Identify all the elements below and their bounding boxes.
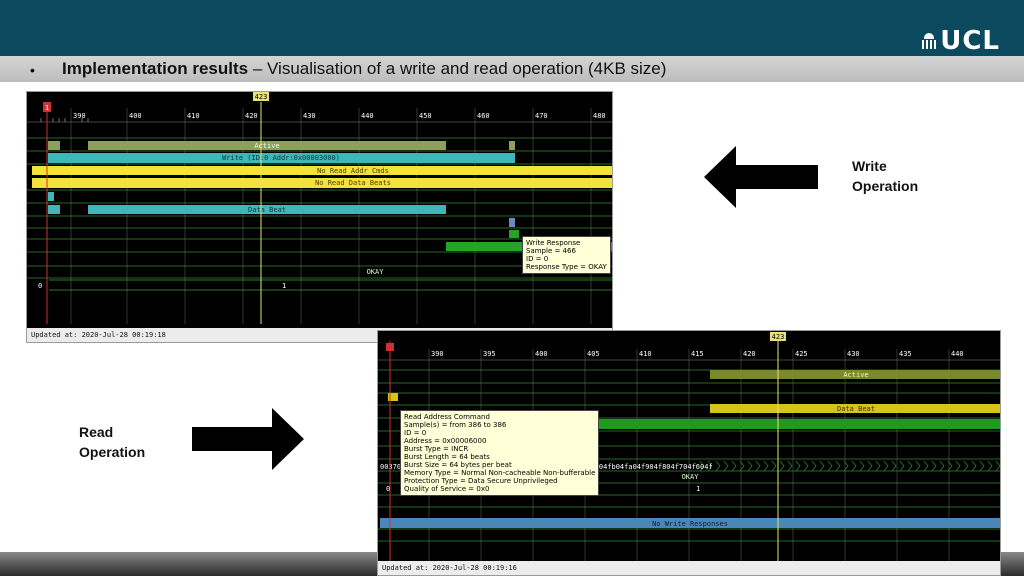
tooltip-line: Sample = 466 bbox=[526, 247, 576, 255]
arrow-right-icon bbox=[192, 408, 304, 470]
bresp-green bbox=[509, 230, 519, 238]
tick-label: 440 bbox=[361, 112, 374, 120]
counter-0-label: 0 bbox=[38, 282, 42, 290]
read-active-label: Active bbox=[843, 371, 868, 379]
tick-label: 420 bbox=[743, 350, 756, 358]
portico-icon bbox=[922, 33, 937, 49]
data-beat-label: Data Beat bbox=[248, 206, 286, 214]
header-band: UCL bbox=[0, 0, 1024, 56]
no-read-data-label: No Read Data Beats bbox=[315, 179, 391, 187]
no-read-addr-label: No Read Addr Cmds bbox=[317, 167, 389, 175]
hex-right-label: 04fc04fb04fa04f904f804f704f604f bbox=[582, 463, 713, 471]
tick-label: 460 bbox=[477, 112, 490, 120]
tick-label: 390 bbox=[73, 112, 86, 120]
tick-label: 430 bbox=[847, 350, 860, 358]
tooltip-line: Write Response bbox=[526, 239, 581, 247]
tooltip-line: Quality of Service = 0x0 bbox=[404, 485, 490, 493]
write-waveform-svg: 390 400 410 420 430 440 450 460 470 480 … bbox=[27, 92, 612, 324]
read-address-tooltip: Read Address Command Sample(s) = from 38… bbox=[400, 410, 600, 496]
title-bold: Implementation results bbox=[62, 59, 249, 78]
tooltip-line: Address = 0x00006000 bbox=[404, 437, 487, 445]
write-waveform-panel: 390 400 410 420 430 440 450 460 470 480 … bbox=[26, 91, 613, 343]
okay-label: OKAY bbox=[367, 268, 385, 276]
tooltip-line: Memory Type = Normal Non-cacheable Non-b… bbox=[404, 469, 596, 477]
tooltip-line: Protection Type = Data Secure Unprivileg… bbox=[404, 477, 558, 485]
tooltip-line: Burst Length = 64 beats bbox=[404, 453, 490, 461]
read-okay-label: OKAY bbox=[682, 473, 700, 481]
tick-label: 390 bbox=[431, 350, 444, 358]
tooltip-line: ID = 0 bbox=[404, 429, 427, 437]
data-beat-first bbox=[48, 205, 60, 214]
arrow-left-icon bbox=[704, 146, 818, 208]
bullet: • bbox=[30, 62, 35, 78]
hex-left-label: 00370 bbox=[380, 463, 401, 471]
write-active-end bbox=[509, 141, 515, 150]
tick-label: 415 bbox=[691, 350, 704, 358]
read-counter-1: 1 bbox=[696, 485, 700, 493]
tick-label: 425 bbox=[795, 350, 808, 358]
tick-label: 470 bbox=[535, 112, 548, 120]
read-data-beat-label: Data Beat bbox=[837, 405, 875, 413]
data-beat-start bbox=[48, 192, 54, 201]
tick-label: 435 bbox=[899, 350, 912, 358]
read-updated-footer: Updated at: 2020-Jul-28 00:19:16 bbox=[378, 561, 1000, 575]
tooltip-line: Burst Type = INCR bbox=[404, 445, 469, 453]
no-write-responses-label: No Write Responses bbox=[652, 520, 728, 528]
write-label-line2: Operation bbox=[852, 178, 919, 194]
ucl-logo: UCL bbox=[922, 28, 1000, 54]
tooltip-line: Read Address Command bbox=[404, 413, 490, 421]
read-start-marker-tag bbox=[386, 343, 394, 351]
slide-title: Implementation results – Visualisation o… bbox=[62, 59, 666, 79]
tick-label: 410 bbox=[187, 112, 200, 120]
title-bar: • Implementation results – Visualisation… bbox=[0, 56, 1024, 82]
tick-label: 410 bbox=[639, 350, 652, 358]
tooltip-line: ID = 0 bbox=[526, 255, 549, 263]
read-label-line1: Read bbox=[79, 424, 114, 440]
counter-1-label: 1 bbox=[282, 282, 286, 290]
write-label-line1: Write bbox=[852, 158, 887, 174]
hex-data-lane bbox=[699, 460, 1000, 472]
tick-label: 400 bbox=[129, 112, 142, 120]
logo-text: UCL bbox=[940, 26, 1000, 56]
read-tick-labels: 390 395 400 405 410 415 420 425 430 435 … bbox=[431, 350, 964, 358]
active-label: Active bbox=[254, 142, 279, 150]
read-label-line2: Operation bbox=[79, 444, 146, 460]
tick-label: 405 bbox=[587, 350, 600, 358]
write-operation-label: Write Operation bbox=[852, 156, 918, 196]
tooltip-line: Sample(s) = from 386 to 386 bbox=[404, 421, 507, 429]
read-operation-label: Read Operation bbox=[79, 422, 145, 462]
read-waveform-panel: 390 395 400 405 410 415 420 425 430 435 … bbox=[377, 330, 1001, 576]
tick-label: 450 bbox=[419, 112, 432, 120]
cursor-label: 423 bbox=[255, 93, 268, 101]
tick-label: 480 bbox=[593, 112, 606, 120]
write-command-label: Write (ID:0 Addr:0x00003000) bbox=[222, 154, 340, 162]
write-response-tooltip: Write Response Sample = 466 ID = 0 Respo… bbox=[522, 236, 611, 274]
rvalid-green bbox=[584, 419, 1000, 429]
tick-label: 430 bbox=[303, 112, 316, 120]
read-cursor-label: 423 bbox=[772, 333, 785, 341]
tick-label: 420 bbox=[245, 112, 258, 120]
tooltip-line: Response Type = OKAY bbox=[526, 263, 607, 271]
tick-label: 400 bbox=[535, 350, 548, 358]
write-active-start bbox=[48, 141, 60, 150]
title-rest: – Visualisation of a write and read oper… bbox=[248, 59, 667, 78]
tick-label: 395 bbox=[483, 350, 496, 358]
tooltip-line: Burst Size = 64 bytes per beat bbox=[404, 461, 512, 469]
tick-label: 440 bbox=[951, 350, 964, 358]
start-marker-label: 1 bbox=[45, 104, 49, 112]
write-response-marker bbox=[509, 218, 515, 227]
